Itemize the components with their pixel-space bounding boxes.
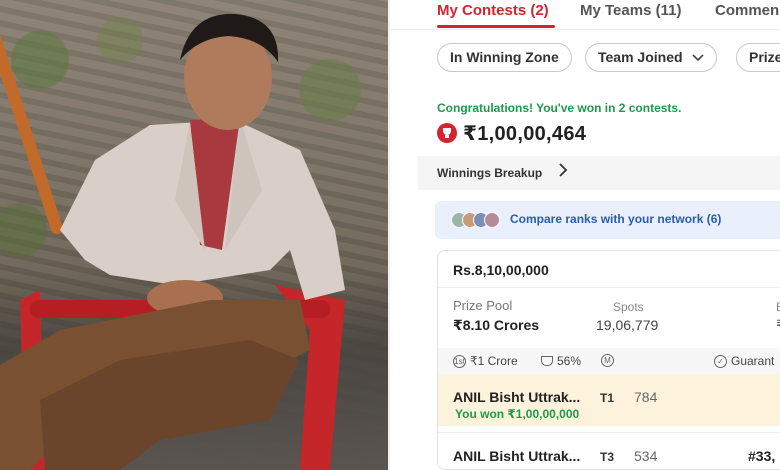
first-prize-value: ₹1 Crore [470,354,518,368]
trophy-outline-icon [541,356,553,366]
active-tab-indicator [437,25,555,28]
multi-entry: M [601,354,618,367]
winnings-breakup-label: Winnings Breakup [437,166,543,180]
compare-network-banner[interactable]: Compare ranks with your network (6) [435,201,780,239]
multi-entry-icon: M [601,354,614,367]
team-owner-name: ANIL Bisht Uttrak... [453,389,581,405]
chevron-down-icon [692,46,705,73]
win-percent: 56% [541,354,581,368]
team-rank: 784 [634,389,658,405]
trophy-icon [437,123,457,143]
compare-network-label: Compare ranks with your network (6) [510,212,722,226]
filter-chip-label: In Winning Zone [450,49,559,65]
congratulations-message: Congratulations! You've won in 2 contest… [437,101,682,115]
contest-meta-bar: 1st ₹1 Crore 56% M ✓ Guarant [438,348,780,374]
divider [438,287,780,288]
filter-chip-label: Team Joined [598,49,683,65]
network-avatars [451,212,503,228]
filter-chip-prize[interactable]: Prize [736,43,780,72]
filter-chip-label: Prize [749,49,780,65]
team-winnings: You won ₹1,00,00,000 [455,407,580,421]
prize-pool-label: Prize Pool [453,298,513,313]
first-prize: 1st ₹1 Crore [453,354,518,368]
person-photo [0,0,388,470]
avatar [484,212,500,228]
tab-comments[interactable]: Commen [715,2,779,19]
spots-value: 19,06,779 [596,317,659,333]
guaranteed-label: Guarant [731,354,775,368]
team-label: T1 [600,391,615,405]
filter-chip-winning-zone[interactable]: In Winning Zone [437,43,572,72]
total-winnings: ₹1,00,00,464 [437,121,586,145]
team-overall-rank: #33, [748,448,776,464]
filter-chip-team-joined[interactable]: Team Joined [585,43,718,73]
check-circle-icon: ✓ [714,354,727,368]
team-label: T3 [600,450,615,464]
chevron-right-icon [558,163,568,180]
entry-value: ₹ [776,317,780,334]
team-row[interactable]: ANIL Bisht Uttrak... T1 784 You won ₹1,0… [438,374,780,426]
winnings-breakup-button[interactable]: Winnings Breakup [418,156,780,190]
team-rank: 534 [634,448,658,464]
prize-pool-value: ₹8.10 Crores [453,317,540,333]
contest-card[interactable]: Rs.8,10,00,000 Prize Pool ₹8.10 Crores S… [437,250,780,470]
team-owner-name: ANIL Bisht Uttrak... [453,448,581,464]
tab-bar: My Contests (2) My Teams (11) Commen [390,0,780,30]
app-screen: My Contests (2) My Teams (11) Commen In … [388,0,780,470]
first-prize-icon: 1st [453,354,466,368]
spots-label: Spots [613,300,644,314]
winnings-amount: ₹1,00,00,464 [463,122,587,145]
contest-title: Rs.8,10,00,000 [453,262,549,278]
tab-my-teams[interactable]: My Teams (11) [580,2,681,19]
entry-label: E [776,300,780,314]
team-row[interactable]: ANIL Bisht Uttrak... T3 534 #33, [438,432,780,469]
win-percent-value: 56% [557,354,582,368]
guaranteed: ✓ Guarant [714,354,774,368]
person-illustration [0,13,345,470]
tab-my-contests[interactable]: My Contests (2) [437,2,549,19]
